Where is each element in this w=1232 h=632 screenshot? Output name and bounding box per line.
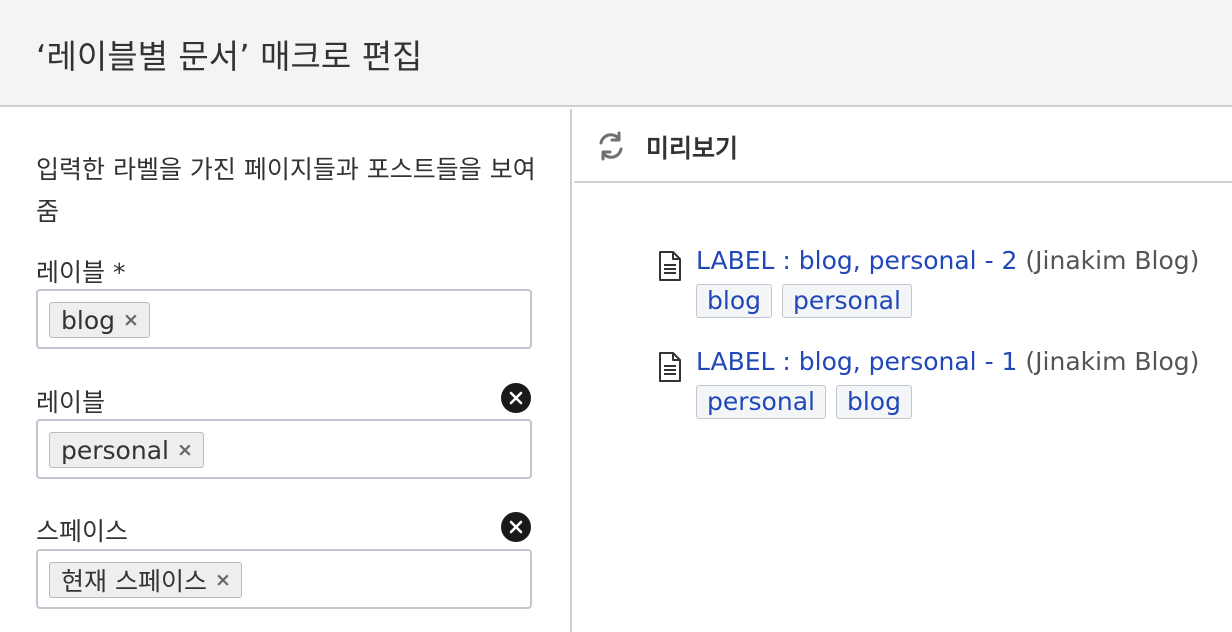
macro-description: 입력한 라벨을 가진 페이지들과 포스트들을 보여줌 [36,155,536,226]
space-field-input[interactable]: 현재 스페이스 × [36,549,532,609]
clear-space-field-button[interactable] [501,512,531,542]
tag-link[interactable]: blog [696,284,772,318]
result-tags: blog personal [696,284,912,318]
tag-link[interactable]: personal [696,385,826,419]
clear-field-2-button[interactable] [501,383,531,413]
tag-link[interactable]: personal [781,284,912,318]
close-icon [509,391,523,405]
label-field-label: 레이블 * [36,258,126,287]
label-chip-personal: personal × [49,432,204,468]
chip-remove-icon[interactable]: × [215,569,231,591]
tag-link[interactable]: blog [835,385,912,419]
label-chip-blog: blog × [49,302,150,338]
label-field-2-label: 레이블 [36,388,106,417]
result-title-line: LABEL : blog, personal - 1 (Jinakim Blog… [696,347,1199,376]
result-space-name: (Jinakim Blog) [1025,246,1200,275]
close-icon [509,520,523,534]
result-space-name: (Jinakim Blog) [1025,347,1200,376]
dialog-header: ‘레이블별 문서’ 매크로 편집 [0,0,1232,107]
chip-remove-icon[interactable]: × [123,309,139,331]
label-field-input[interactable]: blog × [36,289,532,349]
space-chip-current: 현재 스페이스 × [49,562,242,598]
chip-remove-icon[interactable]: × [177,439,193,461]
result-title-line: LABEL : blog, personal - 2 (Jinakim Blog… [696,246,1199,275]
preview-label: 미리보기 [646,134,739,163]
page-icon [659,251,681,281]
result-item: LABEL : blog, personal - 1 (Jinakim Blog… [658,347,1228,427]
result-title-link[interactable]: LABEL : blog, personal - 2 [696,246,1017,275]
dialog-title: ‘레이블별 문서’ 매크로 편집 [36,37,423,76]
chip-text: blog [61,305,115,335]
macro-parameters-panel: 입력한 라벨을 가진 페이지들과 포스트들을 보여줌 레이블 * blog × … [0,109,572,632]
chip-text: personal [61,435,169,465]
result-title-link[interactable]: LABEL : blog, personal - 1 [696,347,1017,376]
chip-text: 현재 스페이스 [61,567,207,596]
preview-toolbar: 미리보기 [574,109,1232,183]
result-tags: personal blog [696,385,912,419]
preview-panel: 미리보기 LABEL : blog, personal - 2 (Jinakim… [574,109,1232,632]
label-field-2-input[interactable]: personal × [36,419,532,479]
result-item: LABEL : blog, personal - 2 (Jinakim Blog… [658,246,1228,326]
page-icon [659,352,681,382]
refresh-icon[interactable] [594,129,628,163]
space-field-label: 스페이스 [36,517,129,546]
